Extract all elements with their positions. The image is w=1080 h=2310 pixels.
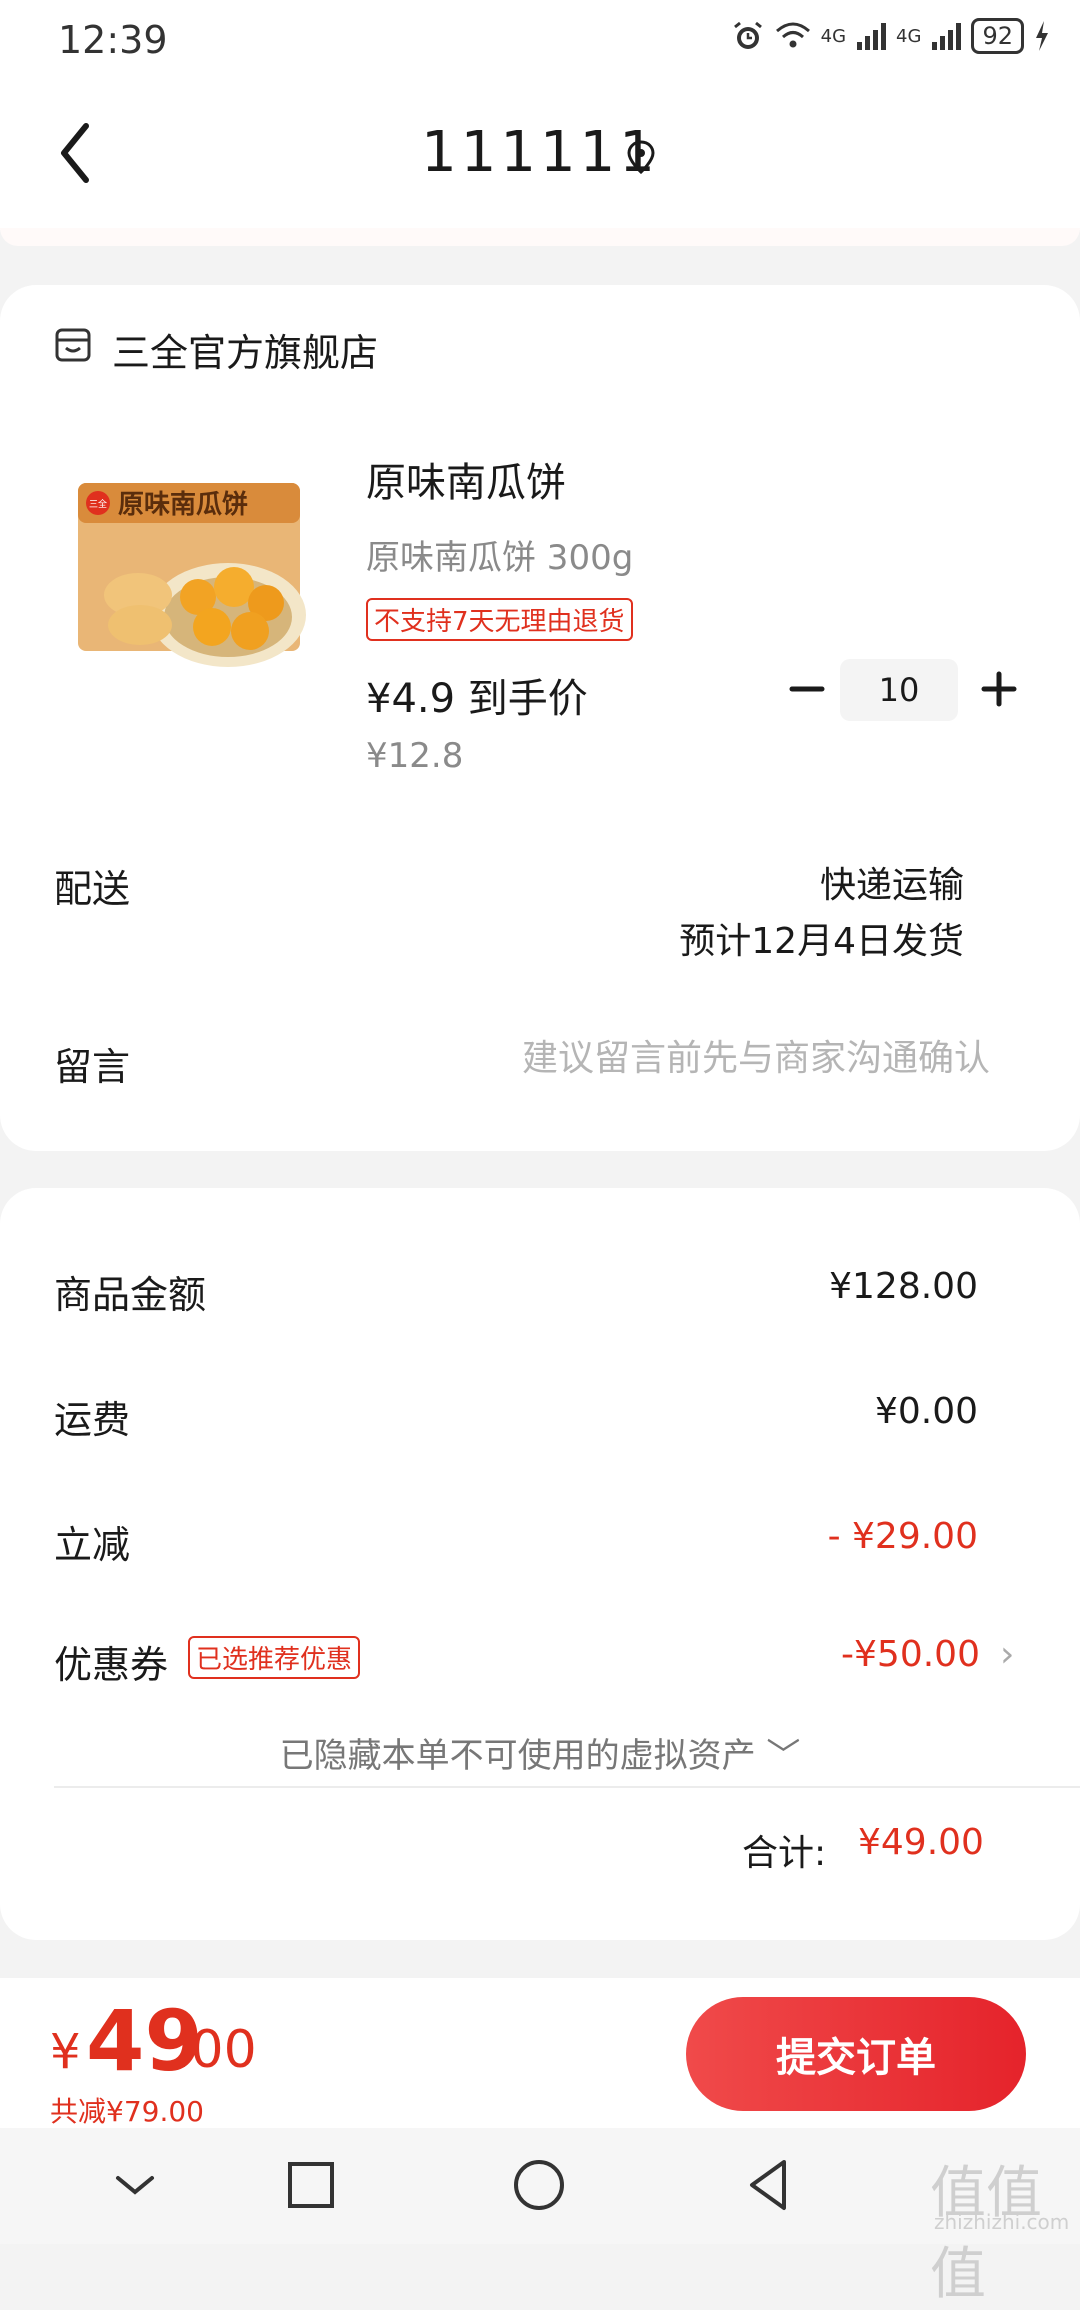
shipping-fee-label: 运费 [54, 1398, 131, 1442]
coupon-label[interactable]: 优惠券 [54, 1634, 168, 1689]
page-title: 111111 [421, 120, 659, 185]
instant-discount-label: 立减 [54, 1523, 131, 1567]
total-saved: 共减¥79.00 [50, 2095, 204, 2128]
coupon-recommended-tag: 已选推荐优惠 [188, 1636, 361, 1679]
increase-quantity-button[interactable] [974, 664, 1024, 714]
message-input[interactable] [460, 1030, 990, 1086]
pay-amount-decimal: .00 [174, 2020, 257, 2080]
quantity-value[interactable]: 10 [840, 659, 958, 721]
goods-amount-value: ¥128.00 [829, 1266, 978, 1307]
delivery-label: 配送 [54, 867, 131, 911]
status-icons: 4G 4G 92 [731, 18, 1050, 54]
total-value: ¥49.00 [858, 1822, 984, 1863]
product-spec: 原味南瓜饼 300g [366, 538, 634, 578]
coupon-value[interactable]: -¥50.00 [841, 1634, 980, 1675]
delivery-method[interactable]: 快递运输 [820, 856, 964, 908]
product-image-brand: 三全 [89, 498, 107, 510]
goods-amount-label: 商品金额 [54, 1273, 207, 1317]
product-image-label: 原味南瓜饼 [118, 490, 248, 520]
address-card-edge [0, 228, 1080, 246]
message-label: 留言 [54, 1045, 131, 1089]
delivery-eta: 预计12月4日发货 [679, 921, 964, 962]
pay-currency: ¥ [50, 2024, 81, 2080]
charging-icon [1036, 21, 1048, 51]
final-price: ¥4.9 到手价 [366, 676, 588, 722]
signal-2-icon [932, 23, 962, 50]
chevron-right-icon[interactable]: › [1000, 1634, 1014, 1675]
store-name[interactable]: 三全官方旗舰店 [112, 322, 378, 377]
status-time: 12:39 [58, 18, 168, 62]
store-icon [55, 328, 91, 362]
product-image[interactable]: 三全 原味南瓜饼 [78, 475, 308, 675]
decrease-quantity-button[interactable] [782, 664, 832, 714]
location-pin-icon[interactable] [626, 140, 656, 174]
battery-indicator: 92 [971, 18, 1024, 54]
shipping-fee-value: ¥0.00 [874, 1391, 978, 1432]
original-price: ¥12.8 [366, 736, 464, 776]
nav-recents-icon[interactable] [276, 2150, 346, 2220]
watermark-url: zhizhizhi.com [934, 2210, 1070, 2234]
nav-back-icon[interactable] [734, 2150, 804, 2220]
no-return-tag: 不支持7天无理由退货 [366, 598, 633, 641]
nav-collapse-icon[interactable] [100, 2150, 170, 2220]
nav-home-icon[interactable] [504, 2150, 574, 2220]
hidden-assets-toggle[interactable]: 已隐藏本单不可使用的虚拟资产 ﹀ [0, 1728, 1080, 1777]
signal-1-icon [857, 23, 887, 50]
wifi-icon [775, 22, 810, 48]
divider [54, 1786, 1080, 1788]
signal-1-label: 4G [820, 25, 847, 47]
alarm-icon [733, 21, 762, 49]
signal-2-label: 4G [896, 25, 922, 47]
submit-order-button[interactable]: 提交订单 [686, 1997, 1026, 2111]
instant-discount-value: - ¥29.00 [827, 1516, 978, 1557]
total-label: 合计: [742, 1833, 827, 1874]
product-title[interactable]: 原味南瓜饼 [366, 450, 566, 508]
